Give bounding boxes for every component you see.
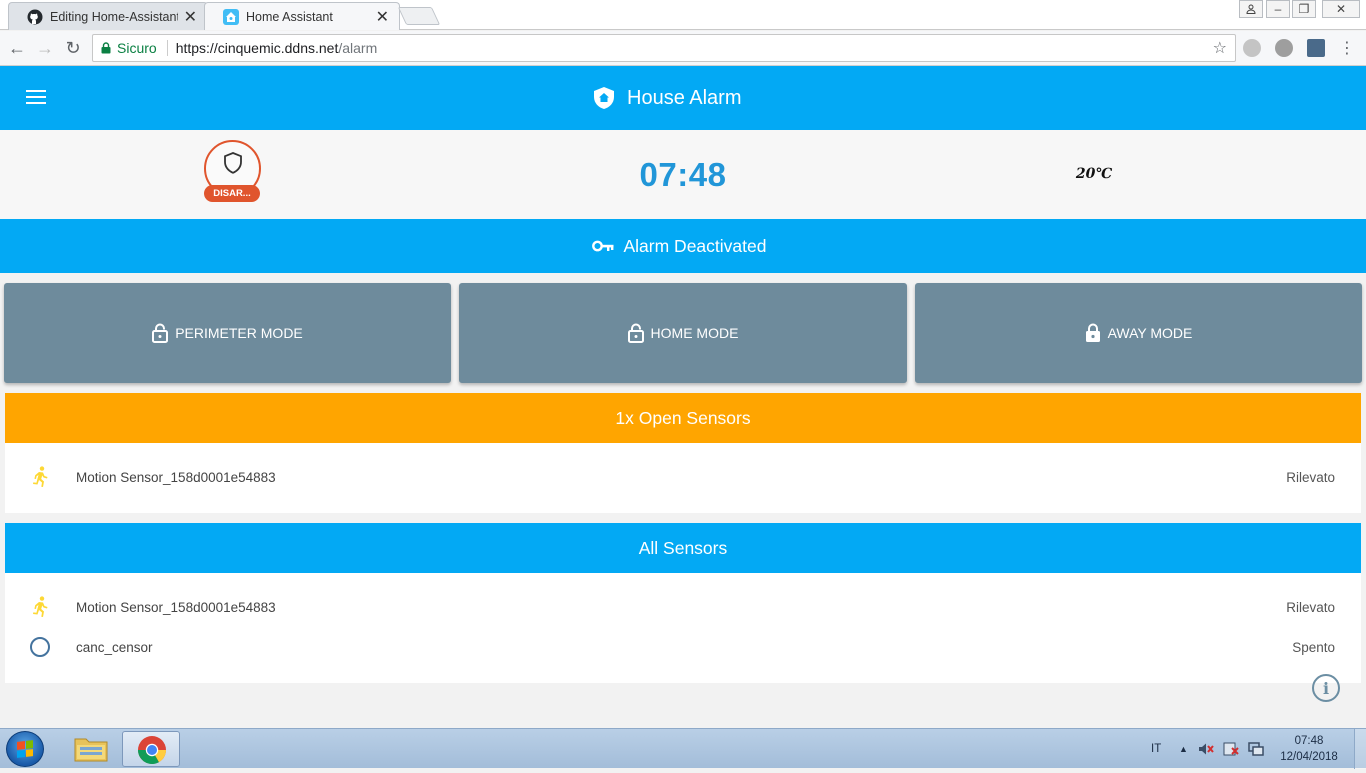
close-tab-icon[interactable]: ✕ <box>184 7 197 27</box>
run-icon <box>29 596 51 618</box>
reload-button[interactable]: ↻ <box>62 37 84 59</box>
new-tab-button[interactable] <box>397 7 441 25</box>
taskbar-date: 12/04/2018 <box>1280 751 1338 763</box>
mode-label: AWAY MODE <box>1107 325 1193 341</box>
network-icon[interactable] <box>1248 729 1264 769</box>
start-button[interactable] <box>6 731 44 767</box>
back-button[interactable]: ← <box>6 37 28 59</box>
close-window-button[interactable]: ✕ <box>1322 0 1360 18</box>
profile-icon[interactable] <box>1239 0 1263 18</box>
minimize-button[interactable]: ‒ <box>1266 0 1290 18</box>
shield-home-icon <box>594 87 614 109</box>
tab-title: Editing Home-AssistantC <box>50 9 178 24</box>
browser-menu-icon[interactable]: ⋮ <box>1336 37 1358 59</box>
lock-open-icon <box>627 323 644 343</box>
forward-button[interactable]: → <box>34 37 56 59</box>
all-sensors-list: Motion Sensor_158d0001e54883 Rilevato ca… <box>5 573 1361 683</box>
key-icon <box>591 240 613 252</box>
alarm-state-text: Alarm Deactivated <box>623 235 767 256</box>
circle-outline-icon <box>29 636 51 658</box>
lock-open-icon <box>152 323 169 343</box>
language-indicator[interactable]: IT <box>1151 729 1161 769</box>
show-desktop-button[interactable] <box>1354 729 1366 769</box>
sensor-state: Rilevato <box>1286 599 1335 615</box>
address-bar[interactable]: Sicuro https://cinquemic.ddns.net /alarm… <box>92 34 1236 62</box>
page-title-text: House Alarm <box>627 86 742 109</box>
clock: 07:48 <box>639 156 727 193</box>
chrome-icon <box>138 736 166 764</box>
windows-logo-icon <box>17 740 33 758</box>
taskbar-time: 07:48 <box>1294 735 1324 747</box>
all-sensors-title: All Sensors <box>638 537 728 558</box>
list-item[interactable]: Motion Sensor_158d0001e54883 Rilevato <box>5 457 1361 497</box>
chrome-taskbar-button[interactable] <box>122 731 180 767</box>
extension-icon[interactable] <box>1275 39 1293 57</box>
bookmark-star-icon[interactable]: ☆ <box>1213 38 1227 58</box>
sensor-name: canc_censor <box>76 639 153 655</box>
url-host: https://cinquemic.ddns.net <box>175 40 339 56</box>
action-center-icon[interactable] <box>1223 729 1239 769</box>
away-mode-button[interactable]: AWAY MODE <box>915 283 1362 383</box>
browser-tabstrip: Editing Home-AssistantC ✕ Home Assistant… <box>0 0 1366 30</box>
home-mode-button[interactable]: HOME MODE <box>459 283 907 383</box>
mode-label: PERIMETER MODE <box>175 325 303 341</box>
extension-drive-icon[interactable] <box>1243 39 1261 57</box>
list-item[interactable]: Motion Sensor_158d0001e54883 Rilevato <box>5 587 1361 627</box>
close-tab-icon[interactable]: ✕ <box>376 7 389 27</box>
app-header: House Alarm <box>0 66 1366 130</box>
windows-taskbar: IT ▲ 07:48 12/04/2018 <box>0 728 1366 769</box>
open-sensors-header: 1x Open Sensors <box>5 393 1361 443</box>
sensor-state: Rilevato <box>1286 469 1335 485</box>
status-strip: DISAR... 07:48 20℃ <box>0 130 1366 219</box>
home-assistant-icon <box>223 8 239 25</box>
status-badge-label: DISAR... <box>204 185 260 202</box>
lock-closed-icon <box>1085 323 1100 342</box>
restore-button[interactable]: ❐ <box>1292 0 1316 18</box>
sensor-state: Spento <box>1292 639 1335 655</box>
folder-icon <box>74 738 108 762</box>
github-icon <box>27 9 43 24</box>
all-sensors-header: All Sensors <box>5 523 1361 573</box>
volume-muted-icon[interactable] <box>1198 729 1214 769</box>
divider <box>166 40 168 56</box>
alarm-state-banner: Alarm Deactivated <box>0 219 1366 273</box>
lock-icon <box>101 42 111 54</box>
sensor-name: Motion Sensor_158d0001e54883 <box>76 469 276 485</box>
sensor-name: Motion Sensor_158d0001e54883 <box>76 599 276 615</box>
hamburger-menu-icon[interactable] <box>26 90 46 106</box>
file-explorer-taskbar-button[interactable] <box>62 731 120 767</box>
browser-toolbar: ← → ↻ Sicuro https://cinquemic.ddns.net … <box>0 31 1366 66</box>
tab-home-assistant[interactable]: Home Assistant ✕ <box>204 2 400 30</box>
run-icon <box>29 466 51 488</box>
tray-expand-icon[interactable]: ▲ <box>1179 729 1188 769</box>
tab-title: Home Assistant <box>246 9 333 24</box>
list-item[interactable]: canc_censor Spento <box>5 627 1361 667</box>
perimeter-mode-button[interactable]: PERIMETER MODE <box>4 283 451 383</box>
open-sensors-title: 1x Open Sensors <box>615 407 751 428</box>
page-title: House Alarm <box>594 84 742 112</box>
extension-cast-icon[interactable] <box>1307 39 1325 57</box>
open-sensors-list: Motion Sensor_158d0001e54883 Rilevato <box>5 443 1361 513</box>
secure-label: Sicuro <box>117 40 157 56</box>
url-path: /alarm <box>338 40 378 56</box>
shield-outline-icon <box>223 151 242 174</box>
tab-editing-home-assistant[interactable]: Editing Home-AssistantC ✕ <box>8 2 208 30</box>
mode-label: HOME MODE <box>650 325 739 341</box>
info-icon[interactable]: i <box>1312 674 1340 702</box>
taskbar-clock[interactable]: 07:48 12/04/2018 <box>1272 733 1346 765</box>
temperature: 20℃ <box>1075 166 1113 182</box>
